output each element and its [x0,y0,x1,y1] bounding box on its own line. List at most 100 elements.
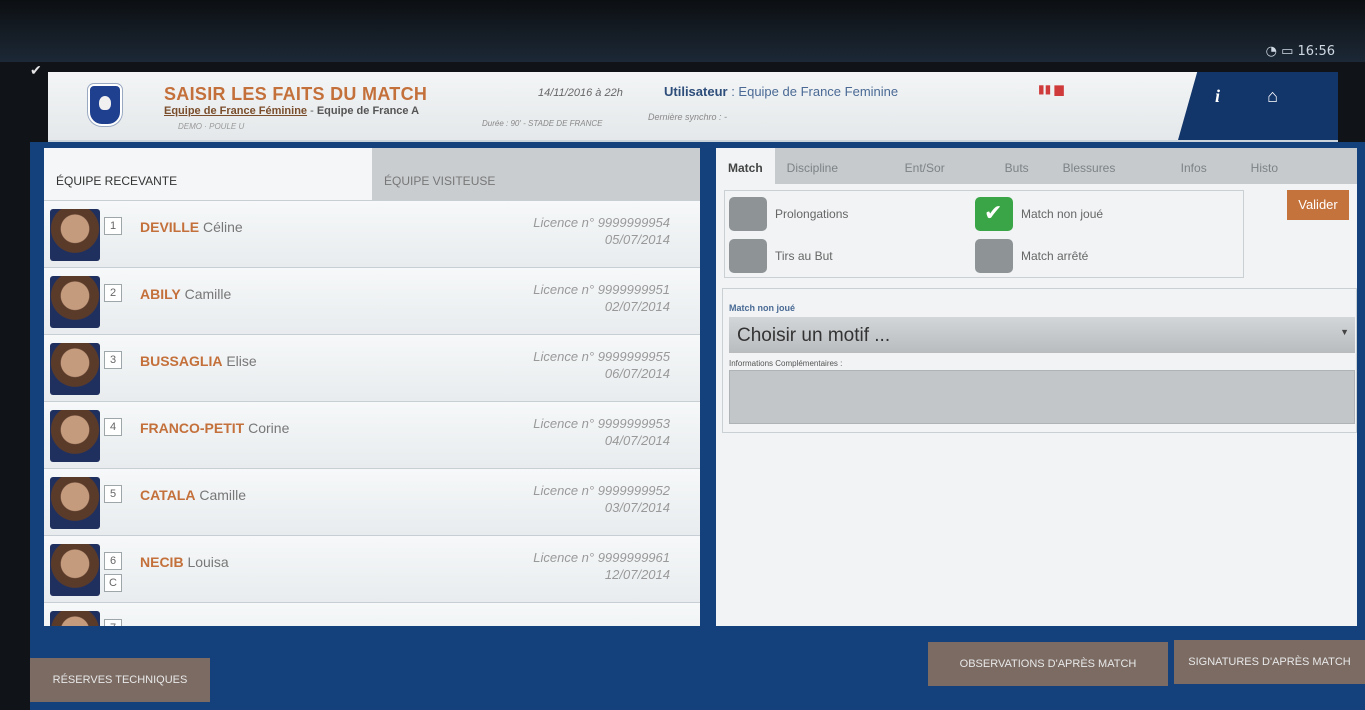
tab-histo[interactable]: Histo [1239,148,1290,184]
player-lastname: DEVILLE [140,219,200,235]
licence-date: 06/07/2014 [604,366,670,381]
observations-button[interactable]: OBSERVATIONS D'APRÈS MATCH [928,642,1168,686]
match-arrete-label: Match arrêté [1021,249,1089,263]
tab-blessures[interactable]: Blessures [1051,148,1169,184]
tab-home-team[interactable]: ÉQUIPE RECEVANTE [44,148,372,200]
header-actions [1178,72,1338,140]
licence-number: Licence n° 9999999953 [533,416,670,431]
player-name: ABILY Camille [140,286,231,302]
reason-select-value: Choisir un motif ... [737,325,891,346]
player-row[interactable]: 4 FRANCO-PETIT Corine Licence n° 9999999… [44,401,700,468]
tab-infos[interactable]: Infos [1169,148,1239,184]
player-number: 7 [104,619,122,626]
match-duration: Durée : 90' - STADE DE FRANCE [482,119,603,128]
licence-date: 12/07/2014 [604,567,670,582]
signatures-button[interactable]: SIGNATURES D'APRÈS MATCH [1174,640,1365,684]
match-arrete-checkbox[interactable] [975,239,1013,273]
tab-ent-sor[interactable]: Ent/Sor [893,148,993,184]
match-tabs: Match Discipline Ent/Sor Buts Blessures … [716,148,1357,184]
licence-date: 03/07/2014 [604,500,670,515]
status-time: 16:56 [1297,44,1335,59]
licence-number: Licence n° 9999999955 [533,349,670,364]
competition-label: DEMO · POULE U [178,122,245,131]
player-photo [50,477,100,529]
licence-number: Licence n° 9999999961 [533,550,670,565]
player-photo [50,544,100,596]
chevron-down-icon: ▼ [1340,327,1349,337]
player-number: 5 [104,485,122,503]
tab-away-team[interactable]: ÉQUIPE VISITEUSE [372,148,700,200]
player-lastname: NECIB [140,554,184,570]
player-row[interactable]: 6 C NECIB Louisa Licence n° 9999999961 12… [44,535,700,602]
player-row[interactable]: 3 BUSSAGLIA Elise Licence n° 9999999955 0… [44,334,700,401]
tab-discipline[interactable]: Discipline [775,148,893,184]
user-value: : Equipe de France Feminine [727,84,899,99]
tirs-au-but-label: Tirs au But [775,249,833,263]
match-teams: Equipe de France Féminine - Equipe de Fr… [164,105,419,117]
user-label: Utilisateur [664,84,728,99]
player-photo [50,343,100,395]
player-name: DEVILLE Céline [140,219,243,235]
reason-section: Match non joué Choisir un motif ... ▼ In… [722,288,1357,433]
player-lastname: ABILY [140,286,181,302]
player-row[interactable]: 5 CATALA Camille Licence n° 9999999952 03… [44,468,700,535]
signal-icon: ▮▮ ▆ [1038,82,1064,96]
reason-select[interactable]: Choisir un motif ... ▼ [729,317,1355,353]
validate-button[interactable]: Valider [1287,190,1349,220]
player-photo [50,611,100,626]
licence-date: 05/07/2014 [604,232,670,247]
team-panel: ÉQUIPE RECEVANTE ÉQUIPE VISITEUSE 1 DEVI… [44,148,700,626]
info-textarea[interactable] [729,370,1355,424]
home-icon[interactable]: ⌂ [1267,86,1278,107]
user-info: Utilisateur : Equipe de France Feminine [664,84,898,99]
player-lastname: BUSSAGLIA [140,353,223,369]
home-team-link[interactable]: Equipe de France Féminine [164,105,307,117]
licence-number: Licence n° 9999999952 [533,483,670,498]
prolongations-checkbox[interactable] [729,197,767,231]
tab-buts[interactable]: Buts [993,148,1051,184]
page-title: SAISIR LES FAITS DU MATCH [164,84,428,104]
player-firstname: Camille [180,286,232,302]
player-licence: Licence n° 9999999952 03/07/2014 [533,482,670,516]
licence-date: 02/07/2014 [604,299,670,314]
tab-match[interactable]: Match [716,148,775,184]
info-label: Informations Complémentaires : [729,359,843,368]
prolongations-label: Prolongations [775,207,849,221]
tirs-au-but-checkbox[interactable] [729,239,767,273]
status-bar: ◔ ▭ 16:56 [1266,44,1335,59]
player-row[interactable]: 7 [44,602,700,626]
away-team: Equipe de France A [316,105,420,117]
player-number: 6 [104,552,122,570]
player-row[interactable]: 1 DEVILLE Céline Licence n° 9999999954 05… [44,200,700,267]
player-row[interactable]: 2 ABILY Camille Licence n° 9999999951 02/… [44,267,700,334]
player-name: NECIB Louisa [140,554,229,570]
player-lastname: FRANCO-PETIT [140,420,245,436]
notification-icon: ✔ [30,62,42,78]
player-name: CATALA Camille [140,487,246,503]
player-name: FRANCO-PETIT Corine [140,420,289,436]
player-firstname: Céline [199,219,243,235]
player-licence: Licence n° 9999999954 05/07/2014 [533,214,670,248]
licence-number: Licence n° 9999999951 [533,282,670,297]
device-bezel [0,0,1365,62]
match-options: Prolongations Tirs au But Match non joué… [724,190,1244,278]
battery-icon: ▭ [1281,44,1294,59]
fff-logo-icon [88,84,122,126]
team-tabs: ÉQUIPE RECEVANTE ÉQUIPE VISITEUSE [44,148,700,200]
licence-number: Licence n° 9999999954 [533,215,670,230]
match-non-joue-checkbox[interactable] [975,197,1013,231]
match-non-joue-label: Match non joué [1021,207,1104,221]
last-sync: Dernière synchro : - [648,112,728,122]
player-photo [50,209,100,261]
info-icon[interactable]: i [1215,86,1220,107]
app-header: SAISIR LES FAITS DU MATCH Equipe de Fran… [48,72,1338,142]
player-firstname: Louisa [183,554,229,570]
main-area: ÉQUIPE RECEVANTE ÉQUIPE VISITEUSE 1 DEVI… [30,142,1365,710]
player-firstname: Elise [222,353,257,369]
player-number: 2 [104,284,122,302]
teams-separator: - [307,105,317,117]
player-photo [50,276,100,328]
match-date: 14/11/2016 à 22h [538,87,623,99]
reserves-techniques-button[interactable]: RÉSERVES TECHNIQUES [30,658,210,702]
player-firstname: Camille [195,487,247,503]
